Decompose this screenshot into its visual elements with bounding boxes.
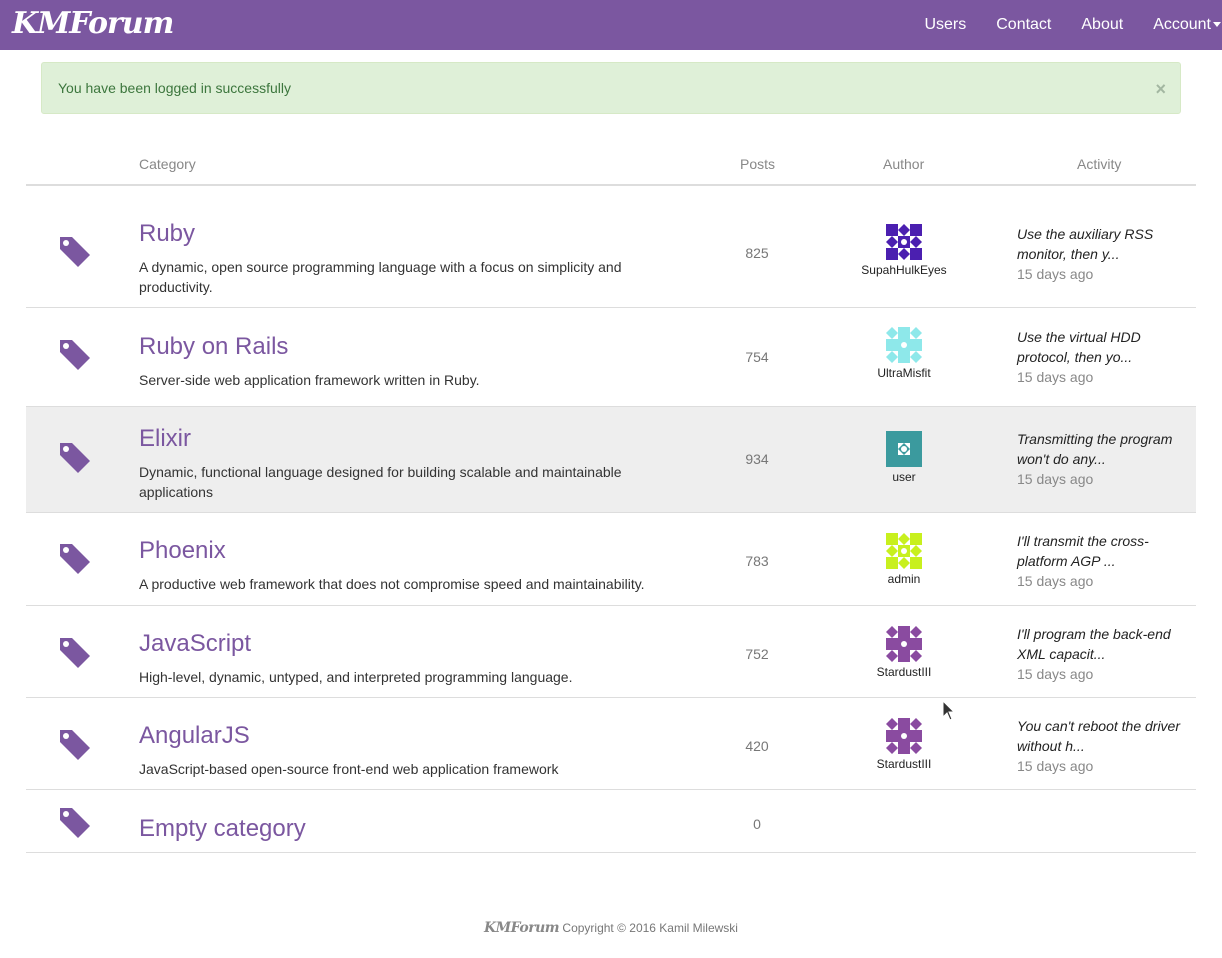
category-description: Dynamic, functional language designed fo…: [139, 464, 622, 500]
category-row: Ruby A dynamic, open source programming …: [26, 204, 1196, 308]
category-row: AngularJS JavaScript-based open-source f…: [26, 698, 1196, 790]
header-posts: Posts: [740, 156, 776, 172]
activity: Use the auxiliary RSS monitor, then y...…: [1017, 224, 1192, 284]
post-count: 420: [745, 738, 769, 754]
author: user: [844, 431, 964, 484]
author: SupahHulkEyes: [844, 224, 964, 277]
avatar[interactable]: [886, 327, 922, 363]
post-count: 0: [753, 816, 761, 832]
activity-time: 15 days ago: [1017, 573, 1094, 589]
nav-links: Users Contact About Account: [909, 0, 1222, 50]
footer: KMForum Copyright © 2016 Kamil Milewski: [0, 920, 1222, 936]
activity-post[interactable]: Transmitting the program won't do any...: [1017, 429, 1192, 469]
author: UltraMisfit: [844, 327, 964, 380]
category-description: High-level, dynamic, untyped, and interp…: [139, 669, 573, 685]
author: StardustIII: [844, 626, 964, 679]
post-count: 752: [745, 646, 769, 662]
nav-link-users[interactable]: Users: [909, 0, 981, 50]
header-category: Category: [139, 156, 196, 172]
category-title[interactable]: Phoenix: [139, 537, 226, 565]
footer-copyright: Copyright © 2016 Kamil Milewski: [559, 921, 738, 935]
activity-time: 15 days ago: [1017, 471, 1094, 487]
category-description: Server-side web application framework wr…: [139, 372, 480, 388]
category-title[interactable]: JavaScript: [139, 630, 251, 658]
header-activity: Activity: [1077, 156, 1122, 172]
activity: You can't reboot the driver without h...…: [1017, 716, 1192, 776]
tag-icon: [60, 638, 90, 668]
author-name[interactable]: UltraMisfit: [844, 366, 964, 380]
tag-icon: [60, 237, 90, 267]
activity: Use the virtual HDD protocol, then yo...…: [1017, 327, 1192, 387]
author: admin: [844, 533, 964, 586]
activity-post[interactable]: You can't reboot the driver without h...: [1017, 716, 1192, 756]
category-description: A dynamic, open source programming langu…: [139, 259, 622, 295]
activity-post[interactable]: Use the auxiliary RSS monitor, then y...: [1017, 224, 1192, 264]
table-header: Category Posts Author Activity: [26, 140, 1196, 186]
category-title[interactable]: AngularJS: [139, 722, 250, 750]
account-label: Account: [1153, 16, 1211, 33]
nav-link-about[interactable]: About: [1066, 0, 1138, 50]
avatar[interactable]: [886, 533, 922, 569]
activity-post[interactable]: Use the virtual HDD protocol, then yo...: [1017, 327, 1192, 367]
avatar[interactable]: [886, 718, 922, 754]
author-name[interactable]: StardustIII: [844, 665, 964, 679]
tag-icon: [60, 544, 90, 574]
alert-message: You have been logged in successfully: [58, 80, 291, 96]
category-title[interactable]: Empty category: [139, 815, 306, 843]
category-title[interactable]: Ruby: [139, 220, 195, 248]
success-alert: You have been logged in successfully ×: [41, 62, 1181, 114]
nav-link-account[interactable]: Account: [1138, 0, 1222, 50]
category-row: Elixir Dynamic, functional language desi…: [26, 407, 1196, 513]
navbar: KMForum Users Contact About Account: [0, 0, 1222, 50]
activity: I'll transmit the cross-platform AGP ...…: [1017, 531, 1192, 591]
brand-logo[interactable]: KMForum: [12, 5, 174, 43]
category-row: Ruby on Rails Server-side web applicatio…: [26, 308, 1196, 407]
activity: Transmitting the program won't do any...…: [1017, 429, 1192, 489]
tag-icon: [60, 730, 90, 760]
tag-icon: [60, 443, 90, 473]
activity-post[interactable]: I'll program the back-end XML capacit...: [1017, 624, 1192, 664]
category-row: Phoenix A productive web framework that …: [26, 513, 1196, 606]
activity-time: 15 days ago: [1017, 758, 1094, 774]
category-description: A productive web framework that does not…: [139, 576, 645, 592]
activity-time: 15 days ago: [1017, 369, 1094, 385]
activity: I'll program the back-end XML capacit...…: [1017, 624, 1192, 684]
post-count: 754: [745, 349, 769, 365]
avatar[interactable]: [886, 431, 922, 467]
author-name[interactable]: admin: [844, 572, 964, 586]
mouse-pointer-icon: [942, 700, 956, 721]
nav-link-contact[interactable]: Contact: [981, 0, 1066, 50]
category-list: Ruby A dynamic, open source programming …: [26, 204, 1196, 853]
author-name[interactable]: user: [844, 470, 964, 484]
category-description: JavaScript-based open-source front-end w…: [139, 761, 559, 777]
header-author: Author: [883, 156, 925, 172]
caret-down-icon: [1213, 22, 1221, 28]
author-name[interactable]: SupahHulkEyes: [844, 263, 964, 277]
activity-time: 15 days ago: [1017, 266, 1094, 282]
avatar[interactable]: [886, 224, 922, 260]
category-title[interactable]: Elixir: [139, 425, 191, 453]
tag-icon: [60, 340, 90, 370]
category-row: Empty category 0: [26, 790, 1196, 853]
tag-icon: [60, 808, 90, 838]
activity-time: 15 days ago: [1017, 666, 1094, 682]
author-name[interactable]: StardustIII: [844, 757, 964, 771]
footer-brand: KMForum: [484, 920, 560, 936]
category-title[interactable]: Ruby on Rails: [139, 333, 288, 361]
activity-post[interactable]: I'll transmit the cross-platform AGP ...: [1017, 531, 1192, 571]
post-count: 783: [745, 553, 769, 569]
post-count: 934: [745, 451, 769, 467]
close-icon[interactable]: ×: [1155, 79, 1166, 99]
avatar[interactable]: [886, 626, 922, 662]
author: StardustIII: [844, 718, 964, 771]
post-count: 825: [745, 245, 769, 261]
category-row: JavaScript High-level, dynamic, untyped,…: [26, 606, 1196, 698]
